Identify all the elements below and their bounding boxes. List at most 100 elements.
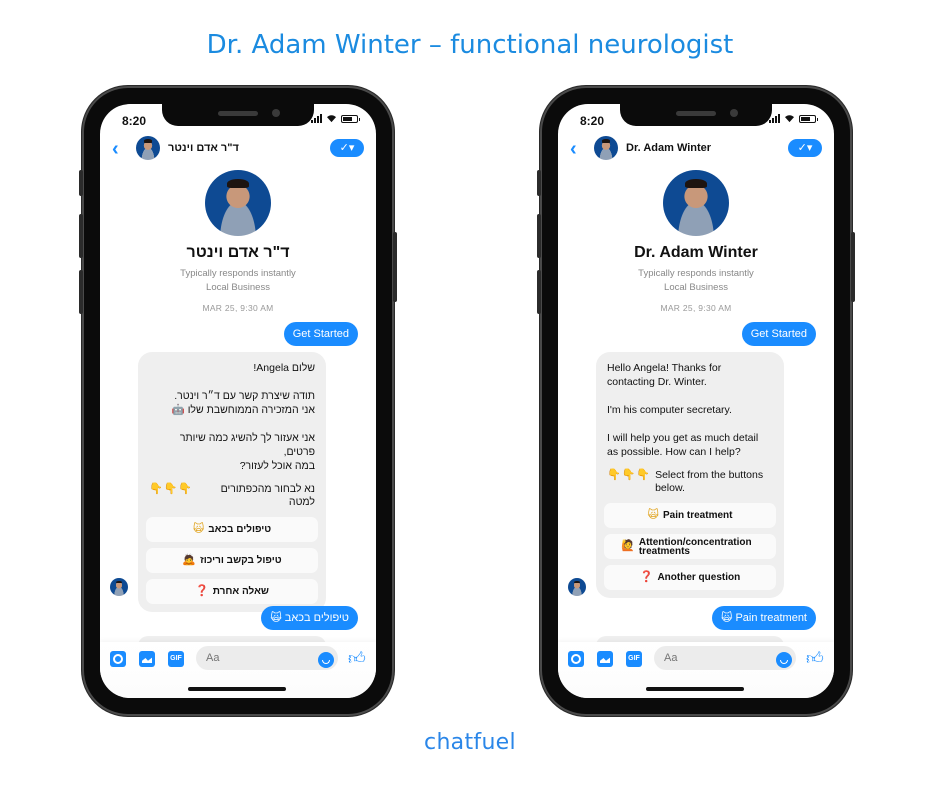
profile-card: ד"ר אדם וינטר Typically responds instant… xyxy=(100,170,376,313)
image-icon[interactable] xyxy=(597,651,613,667)
quick-reply-another-question[interactable]: שאלה אחרת ❓ xyxy=(146,579,318,604)
question-icon: ❓ xyxy=(639,571,654,583)
volume-up-button xyxy=(537,214,541,258)
notch xyxy=(620,104,772,126)
quick-reply-pain-treatment[interactable]: 🙀 Pain treatment xyxy=(604,503,776,528)
home-indicator xyxy=(646,687,744,691)
back-chevron-icon[interactable]: ‹ xyxy=(112,139,126,159)
quick-reply-another-question[interactable]: ❓ Another question xyxy=(604,565,776,590)
select-hint: נא לבחור מהכפתורים למטה 👇👇👇 xyxy=(146,483,318,509)
mute-switch xyxy=(79,170,83,196)
business-category: Local Business xyxy=(664,282,728,293)
profile-name: ד"ר אדם וינטר xyxy=(186,244,290,261)
home-indicator xyxy=(188,687,286,691)
messenger-screen: 8:20 ‹ ד"ר אדם וינטר ✓▾ ד"ר אדם וינטר Ty… xyxy=(100,104,376,698)
volume-down-button xyxy=(537,270,541,314)
emoji-icon[interactable] xyxy=(318,652,334,668)
notch xyxy=(162,104,314,126)
question-icon: ❓ xyxy=(195,585,209,597)
message-input[interactable] xyxy=(196,646,338,670)
pointing-down-icon: 👇👇👇 xyxy=(607,469,652,481)
bot-avatar xyxy=(568,578,586,596)
image-icon[interactable] xyxy=(139,651,155,667)
quick-reply-pain-treatment[interactable]: טיפולים בכאב 🙀 xyxy=(146,517,318,542)
power-button xyxy=(851,232,855,302)
message-timestamp: MAR 25, 9:30 AM xyxy=(202,303,274,313)
thumbs-up-icon[interactable]: 👍︎ xyxy=(348,650,366,668)
gif-icon[interactable]: GIF xyxy=(168,651,184,667)
user-reply-bubble: 🙀 Pain treatment xyxy=(711,606,816,630)
business-category: Local Business xyxy=(206,282,270,293)
camera-icon[interactable] xyxy=(568,651,584,667)
quick-reply-label: Pain treatment xyxy=(663,510,733,521)
phone-hebrew: 8:20 ‹ ד"ר אדם וינטר ✓▾ ד"ר אדם וינטר Ty… xyxy=(79,86,397,716)
response-time: Typically responds instantly xyxy=(180,268,296,279)
message-composer: GIF 👍︎ xyxy=(100,642,376,698)
header-avatar[interactable] xyxy=(594,136,618,160)
cat-icon: 🙀 xyxy=(647,509,659,521)
cat-icon: 🙀 xyxy=(270,612,282,624)
mute-switch xyxy=(537,170,541,196)
bot-message-text: שלום Angela! תודה שיצרת קשר עם ד״ר וינטר… xyxy=(171,362,315,472)
profile-avatar xyxy=(205,170,271,236)
user-reply-text: טיפולים בכאב xyxy=(284,612,349,624)
hint-text: Select from the buttons below. xyxy=(655,469,764,494)
chatfuel-logo: chatfuel xyxy=(424,730,516,755)
response-time: Typically responds instantly xyxy=(638,268,754,279)
status-time: 8:20 xyxy=(122,114,147,128)
battery-icon xyxy=(799,114,818,123)
profile-name: Dr. Adam Winter xyxy=(634,244,758,261)
profile-card: Dr. Adam Winter Typically responds insta… xyxy=(558,170,834,313)
select-hint: 👇👇👇 Select from the buttons below. xyxy=(604,469,776,495)
user-reply-bubble: טיפולים בכאב 🙀 xyxy=(261,606,358,630)
manage-messages-button[interactable]: ✓▾ xyxy=(788,139,822,157)
quick-replies: טיפולים בכאב 🙀 טיפול בקשב וריכוז 🙇 שאלה … xyxy=(146,517,318,604)
quick-reply-label: Another question xyxy=(657,572,741,583)
get-started-bubble: Get Started xyxy=(741,322,816,346)
quick-reply-label: שאלה אחרת xyxy=(212,586,269,597)
header-avatar[interactable] xyxy=(136,136,160,160)
bot-message-bubble: Hello Angela! Thanks for contacting Dr. … xyxy=(596,352,784,598)
person-icon: 🙇 xyxy=(182,554,197,566)
message-timestamp: MAR 25, 9:30 AM xyxy=(660,303,732,313)
person-icon: 🙋 xyxy=(621,540,635,552)
profile-avatar xyxy=(663,170,729,236)
cat-icon: 🙀 xyxy=(720,612,733,624)
user-reply-text: Pain treatment xyxy=(735,612,807,624)
message-input[interactable] xyxy=(654,646,796,670)
header-name[interactable]: ד"ר אדם וינטר xyxy=(168,142,239,154)
volume-down-button xyxy=(79,270,83,314)
quick-reply-attention-treatment[interactable]: 🙋 Attention/concentration treatments xyxy=(604,534,776,559)
wifi-icon xyxy=(327,115,336,123)
bot-message-text: Hello Angela! Thanks for contacting Dr. … xyxy=(607,362,759,458)
bot-message-bubble: שלום Angela! תודה שיצרת קשר עם ד״ר וינטר… xyxy=(138,352,326,612)
message-composer: GIF 👍︎ xyxy=(558,642,834,698)
page-title: Dr. Adam Winter – functional neurologist xyxy=(206,30,734,60)
quick-replies: 🙀 Pain treatment 🙋 Attention/concentrati… xyxy=(604,503,776,590)
cat-icon: 🙀 xyxy=(192,523,205,535)
header-name[interactable]: Dr. Adam Winter xyxy=(626,142,711,154)
volume-up-button xyxy=(79,214,83,258)
power-button xyxy=(393,232,397,302)
chat-header: ‹ ד"ר אדם וינטר ✓▾ xyxy=(100,134,376,166)
quick-reply-attention-treatment[interactable]: טיפול בקשב וריכוז 🙇 xyxy=(146,548,318,573)
quick-reply-label: טיפולים בכאב xyxy=(208,524,272,535)
quick-reply-label: טיפול בקשב וריכוז xyxy=(200,555,282,566)
quick-reply-label: Attention/concentration treatments xyxy=(638,536,752,557)
get-started-bubble: Get Started xyxy=(283,322,358,346)
back-chevron-icon[interactable]: ‹ xyxy=(570,139,584,159)
bot-avatar xyxy=(110,578,128,596)
battery-icon xyxy=(341,114,360,123)
phone-english: 8:20 ‹ Dr. Adam Winter ✓▾ Dr. Adam Winte… xyxy=(537,86,855,716)
emoji-icon[interactable] xyxy=(776,652,792,668)
manage-messages-button[interactable]: ✓▾ xyxy=(330,139,364,157)
status-time: 8:20 xyxy=(580,114,605,128)
wifi-icon xyxy=(785,115,794,123)
camera-icon[interactable] xyxy=(110,651,126,667)
pointing-down-icon: 👇👇👇 xyxy=(149,483,194,495)
hint-text: נא לבחור מהכפתורים למטה xyxy=(220,483,315,508)
thumbs-up-icon[interactable]: 👍︎ xyxy=(806,650,824,668)
gif-icon[interactable]: GIF xyxy=(626,651,642,667)
chat-header: ‹ Dr. Adam Winter ✓▾ xyxy=(558,134,834,166)
messenger-screen: 8:20 ‹ Dr. Adam Winter ✓▾ Dr. Adam Winte… xyxy=(558,104,834,698)
